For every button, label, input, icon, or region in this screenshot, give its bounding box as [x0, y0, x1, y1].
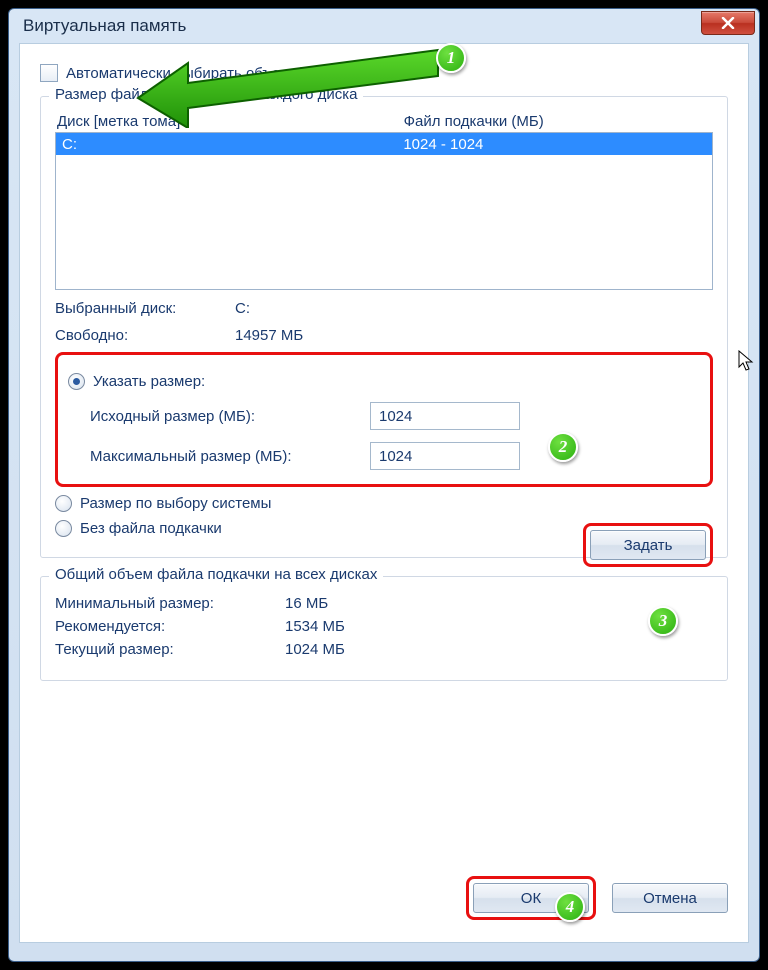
system-managed-row: Размер по выбору системы — [55, 495, 713, 512]
max-size-input[interactable] — [370, 442, 520, 470]
close-icon — [721, 17, 735, 29]
drive-name: C: — [62, 136, 403, 153]
drive-listbox[interactable]: C: 1024 - 1024 — [55, 132, 713, 290]
step-callout-3: 3 — [648, 606, 678, 636]
set-button[interactable]: Задать — [590, 530, 706, 560]
initial-size-input[interactable] — [370, 402, 520, 430]
cur-size-label: Текущий размер: — [55, 641, 285, 658]
free-space-label: Свободно: — [55, 327, 235, 344]
custom-size-label: Указать размер: — [93, 373, 205, 390]
step-callout-1: 1 — [436, 43, 466, 73]
rec-size-row: Рекомендуется: 1534 МБ — [55, 618, 713, 635]
cancel-button[interactable]: Отмена — [612, 883, 728, 913]
custom-size-radio-row: Указать размер: — [68, 373, 696, 390]
cur-size-row: Текущий размер: 1024 МБ — [55, 641, 713, 658]
dialog-content: Автоматически выбирать объем файла подка… — [19, 43, 749, 943]
no-pagefile-label: Без файла подкачки — [80, 520, 222, 537]
selected-drive-row: Выбранный диск: C: — [55, 300, 713, 317]
initial-size-label: Исходный размер (МБ): — [90, 408, 370, 425]
step-callout-4: 4 — [555, 892, 585, 922]
custom-size-radio[interactable] — [68, 373, 85, 390]
step-callout-2: 2 — [548, 432, 578, 462]
auto-manage-checkbox[interactable] — [40, 64, 58, 82]
virtual-memory-dialog: Виртуальная память Автоматически выбират… — [8, 8, 760, 962]
cursor-icon — [738, 350, 754, 372]
min-size-value: 16 МБ — [285, 595, 328, 612]
no-pagefile-radio[interactable] — [55, 520, 72, 537]
selected-drive-value: C: — [235, 300, 250, 317]
drive-list-row[interactable]: C: 1024 - 1024 — [56, 133, 712, 155]
total-legend: Общий объем файла подкачки на всех диска… — [49, 566, 383, 583]
max-size-row: Максимальный размер (МБ): — [90, 442, 696, 470]
selected-drive-label: Выбранный диск: — [55, 300, 235, 317]
drive-size-group: Размер файла подкачки для каждого диска … — [40, 96, 728, 558]
rec-size-label: Рекомендуется: — [55, 618, 285, 635]
free-space-row: Свободно: 14957 МБ — [55, 327, 713, 344]
window-title: Виртуальная память — [23, 16, 186, 36]
custom-size-highlight: Указать размер: Исходный размер (МБ): Ма… — [55, 352, 713, 487]
drive-pagefile: 1024 - 1024 — [403, 136, 483, 153]
free-space-value: 14957 МБ — [235, 327, 303, 344]
system-managed-label: Размер по выбору системы — [80, 495, 271, 512]
min-size-label: Минимальный размер: — [55, 595, 285, 612]
dialog-buttons: ОК Отмена — [466, 876, 728, 920]
annotation-arrow — [128, 38, 458, 128]
initial-size-row: Исходный размер (МБ): — [90, 402, 696, 430]
size-options-row: Размер по выбору системы Без файла подка… — [55, 495, 713, 537]
min-size-row: Минимальный размер: 16 МБ — [55, 595, 713, 612]
cur-size-value: 1024 МБ — [285, 641, 345, 658]
rec-size-value: 1534 МБ — [285, 618, 345, 635]
total-group: Общий объем файла подкачки на всех диска… — [40, 576, 728, 681]
system-managed-radio[interactable] — [55, 495, 72, 512]
max-size-label: Максимальный размер (МБ): — [90, 448, 370, 465]
close-button[interactable] — [701, 11, 755, 35]
set-button-highlight: Задать — [583, 523, 713, 567]
